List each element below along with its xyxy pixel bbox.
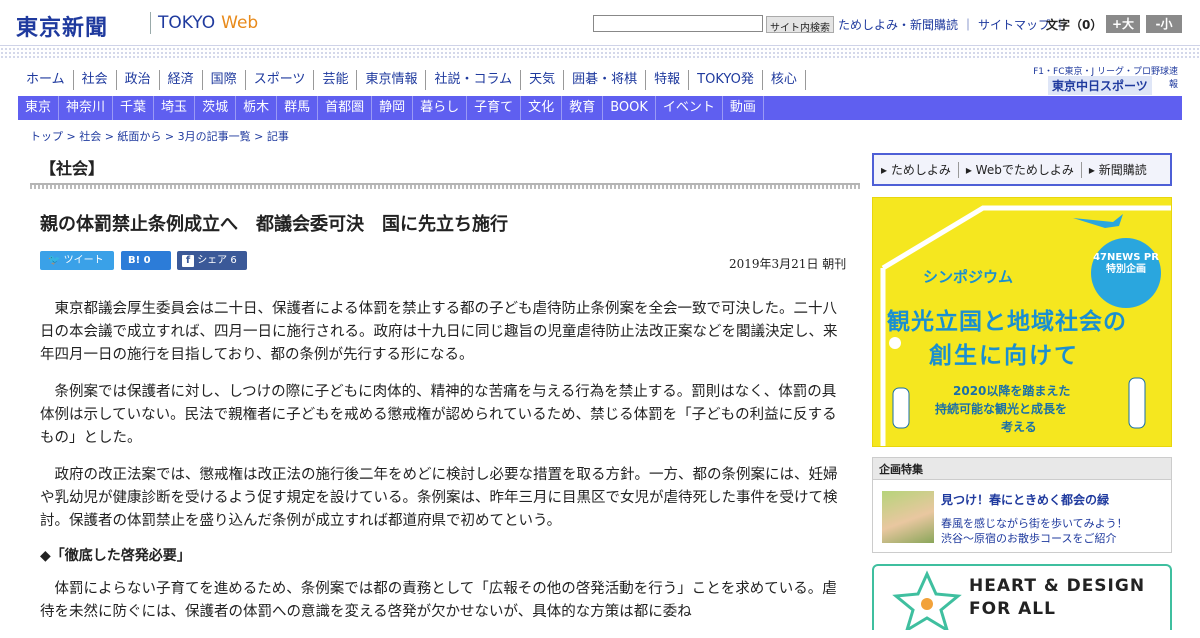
article-paragraph: 条例案では保護者に対し、しつけの際に子どもに肉体的、精神的な苦痛を与える行為を禁… (40, 384, 837, 446)
nav-item-society[interactable]: 社会 (74, 70, 117, 90)
article-subhead: ◆「徹底した啓発必要」 (40, 548, 191, 564)
hatena-bookmark-button[interactable]: B! 0 (121, 251, 171, 270)
primary-nav: ホーム 社会 政治 経済 国際 スポーツ 芸能 東京情報 社説・コラム 天気 囲… (18, 70, 806, 90)
local-nav-event[interactable]: イベント (656, 96, 723, 120)
nav-item-entertainment[interactable]: 芸能 (314, 70, 358, 90)
facebook-share-button[interactable]: f シェア 6 (177, 251, 247, 270)
local-nav-kurashi[interactable]: 暮らし (413, 96, 468, 120)
local-nav: 東京 神奈川 千葉 埼玉 茨城 栃木 群馬 首都圏 静岡 暮らし 子育て 文化 … (18, 96, 1182, 120)
symposium-label: シンポジウム (923, 268, 1014, 286)
site-search-button[interactable]: サイト内検索 (766, 16, 834, 34)
facebook-icon: f (182, 255, 194, 267)
font-smaller-button[interactable]: -小 (1146, 15, 1182, 33)
header-links: ためしよみ・新聞購読｜サイトマップ｜ (838, 16, 1070, 33)
feature-thumbnail[interactable] (882, 491, 934, 543)
nav-item-editorial[interactable]: 社説・コラム (426, 70, 522, 90)
local-nav-gunma[interactable]: 群馬 (277, 96, 319, 120)
category-divider (30, 183, 860, 189)
symposium-subtitle-line2: 持続可能な観光と成長を (935, 402, 1068, 416)
nav-item-politics[interactable]: 政治 (117, 70, 160, 90)
symposium-subtitle-line1: 2020以降を踏まえた (953, 384, 1071, 398)
nav-item-sports[interactable]: スポーツ (246, 70, 315, 90)
tweet-label: ツイート (63, 255, 104, 266)
nav-item-tokyo-hatsu[interactable]: TOKYO発 (689, 70, 763, 90)
subscription-promo-bar: ▸ ためしよみ ▸ Webでためしよみ ▸ 新聞購読 (872, 153, 1172, 186)
header-link-sitemap[interactable]: サイトマップ (978, 18, 1050, 32)
site-header: 東京新聞 TOKYO Web サイト内検索 ためしよみ・新聞購読｜サイトマップ｜ … (0, 0, 1200, 46)
nav-item-weather[interactable]: 天気 (521, 70, 565, 90)
local-nav-ibaraki[interactable]: 茨城 (195, 96, 237, 120)
category-heading: 【社会】 (40, 159, 105, 178)
article-date: 2019年3月21日 朝刊 (729, 257, 847, 271)
nav-item-tokuho[interactable]: 特報 (646, 70, 690, 90)
font-size-label: 文字（0） (1046, 18, 1103, 32)
header-link-subscribe[interactable]: ためしよみ・新聞購読 (838, 18, 958, 32)
header-dotted-divider (0, 47, 1200, 59)
symposium-subtitle-line3: 考える (1001, 420, 1037, 434)
local-nav-shutoken[interactable]: 首都圏 (318, 96, 373, 120)
local-nav-bunka[interactable]: 文化 (521, 96, 563, 120)
symposium-title-line2: 創生に向けて (929, 343, 1079, 369)
nav-item-kakushin[interactable]: 核心 (763, 70, 806, 90)
nav-item-home[interactable]: ホーム (18, 70, 74, 90)
heart-design-star-logo (892, 570, 962, 630)
nav-item-economy[interactable]: 経済 (160, 70, 203, 90)
header-link-sep: ｜ (962, 18, 975, 32)
pr-special-badge: 47NEWS PR 特別企画 (1091, 238, 1161, 308)
feature-title-link[interactable]: 見つけ！春にときめく都会の緑 (941, 491, 1109, 508)
feature-description[interactable]: 春風を感じながら街を歩いてみよう！ (941, 515, 1128, 531)
local-nav-shizuoka[interactable]: 静岡 (372, 96, 414, 120)
feature-header: 企画特集 (873, 458, 1171, 480)
local-nav-saitama[interactable]: 埼玉 (154, 96, 196, 120)
nav-item-go-shogi[interactable]: 囲碁・将棋 (564, 70, 647, 90)
feature-special-box: 企画特集 見つけ！春にときめく都会の緑 春風を感じながら街を歩いてみよう！ 渋谷… (872, 457, 1172, 553)
local-nav-tochigi[interactable]: 栃木 (236, 96, 278, 120)
heart-design-banner[interactable]: HEART & DESIGN FOR ALL (872, 564, 1172, 630)
nav-item-world[interactable]: 国際 (203, 70, 246, 90)
article-paragraph: 政府の改正法案では、懲戒権は改正法の施行後二年をめどに検討し必要な措置を取る方針… (40, 467, 838, 529)
feature-description[interactable]: 渋谷～原宿のお散歩コースをご紹介 (941, 530, 1116, 546)
promo-link-subscribe[interactable]: ▸ 新聞購読 (1082, 162, 1154, 178)
heart-design-line2: FOR ALL (969, 599, 1056, 619)
facebook-share-label: シェア 6 (197, 255, 237, 266)
local-nav-kyoiku[interactable]: 教育 (562, 96, 604, 120)
logo-web-text: Web (221, 13, 259, 33)
font-bigger-button[interactable]: +大 (1106, 15, 1140, 33)
article-paragraph: 東京都議会厚生委員会は二十日、保護者による体罰を禁止する都の子ども虐待防止条例案… (40, 301, 838, 363)
tokyo-shimbun-logo[interactable]: 東京新聞 (16, 10, 108, 42)
twitter-bird-icon: 🐦 (48, 255, 61, 266)
tweet-button[interactable]: 🐦 ツイート (40, 251, 114, 270)
article-headline: 親の体罰禁止条例成立へ 都議会委可決 国に先立ち施行 (40, 214, 508, 235)
local-nav-chiba[interactable]: 千葉 (113, 96, 155, 120)
local-nav-kanagawa[interactable]: 神奈川 (59, 96, 114, 120)
article-paragraph: 体罰によらない子育てを進めるため、条例案では都の責務として「広報その他の啓発活動… (40, 581, 837, 620)
nav-item-tokyo-info[interactable]: 東京情報 (357, 70, 427, 90)
article-body: 東京都議会厚生委員会は二十日、保護者による体罰を禁止する都の子ども虐待防止条例案… (40, 298, 848, 638)
logo-divider (150, 12, 151, 34)
breadcrumb[interactable]: トップ > 社会 > 紙面から > 3月の記事一覧 > 記事 (30, 128, 289, 144)
local-nav-tokyo[interactable]: 東京 (18, 96, 60, 120)
logo-tokyo-text: TOKYO (158, 13, 216, 33)
local-nav-video[interactable]: 動画 (723, 96, 764, 120)
chunichi-sports-banner[interactable]: 東京中日スポーツ (1048, 76, 1152, 95)
local-nav-book[interactable]: BOOK (603, 96, 656, 120)
promo-link-trial[interactable]: ▸ ためしよみ (874, 161, 959, 178)
symposium-ad-banner[interactable]: 47NEWS PR 特別企画 シンポジウム 観光立国と地域社会の 創生に向けて … (872, 197, 1172, 447)
tokyo-web-logo[interactable]: TOKYO Web (158, 13, 258, 33)
site-search-input[interactable] (593, 15, 763, 32)
symposium-title-line1: 観光立国と地域社会の (887, 309, 1127, 335)
local-nav-kosodate[interactable]: 子育て (467, 96, 522, 120)
heart-design-line1: HEART & DESIGN (969, 576, 1146, 596)
promo-link-web-trial[interactable]: ▸ Webでためしよみ (959, 161, 1082, 178)
